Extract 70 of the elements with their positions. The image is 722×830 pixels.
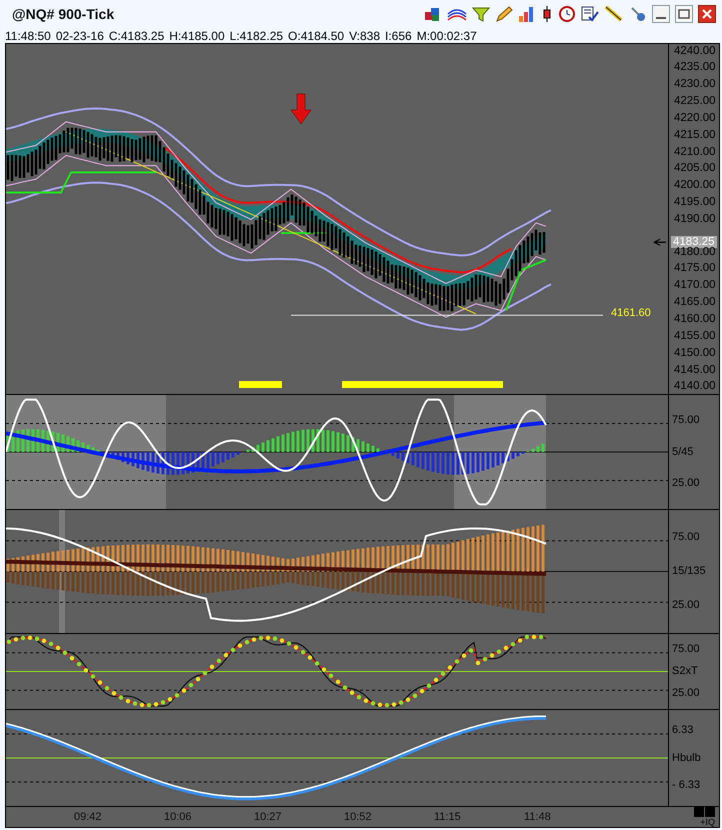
axis-label: S2xT [672, 665, 699, 678]
pencil-icon[interactable] [495, 6, 513, 22]
price-axis-label: 4150.00 [673, 346, 717, 360]
quote-value: I:656 [385, 28, 412, 42]
pushpin-icon[interactable] [629, 6, 647, 22]
time-axis-label: 09:42 [74, 811, 103, 823]
price-axis-label: 4155.00 [673, 330, 717, 343]
price-axis-label: 4240.00 [673, 44, 717, 58]
time-axis-label: 10:27 [254, 811, 283, 823]
quote-value: V:838 [349, 28, 380, 42]
price-axis-label: 4170.00 [673, 279, 717, 292]
window-title: @NQ# 900-Tick [12, 6, 114, 22]
axis-label: 25.00 [672, 477, 701, 490]
price-axis-label: 4160.00 [673, 313, 717, 326]
close-icon [701, 9, 713, 19]
price-axis-label: 4220.00 [673, 112, 717, 125]
time-axis-label: 11:15 [434, 811, 462, 823]
axis-label: - 6.33 [672, 778, 702, 792]
candlestick-icon[interactable] [541, 6, 553, 22]
price-axis-label: 4225.00 [673, 95, 717, 108]
down-arrow-icon [290, 94, 312, 124]
maximize-icon [678, 9, 690, 19]
price-axis-label: 4230.00 [673, 78, 717, 92]
waves-icon[interactable] [447, 6, 467, 22]
cubes-icon[interactable] [424, 6, 442, 22]
quote-value: H:4185.00 [169, 28, 225, 42]
price-axis-label: 4195.00 [673, 196, 717, 210]
maximize-button[interactable] [675, 5, 693, 23]
quote-value: C:4183.25 [108, 28, 164, 42]
time-axis-label: 10:06 [164, 811, 193, 823]
quote-value: L:4182.25 [230, 28, 284, 42]
price-axis-label: 4165.00 [673, 296, 717, 310]
axis-label: 6.33 [672, 724, 694, 738]
level-label: 4161.60 [611, 307, 651, 320]
axis-label: 75.00 [672, 643, 701, 656]
price-axis-label: 4145.00 [673, 364, 717, 377]
axis-label: Hbulb [672, 752, 702, 764]
price-axis-label: 4180.00 [673, 246, 717, 259]
funnel-icon[interactable] [472, 6, 490, 22]
quote-value: 02-23-16 [56, 28, 104, 42]
quote-value: M:00:02:37 [416, 28, 477, 42]
time-axis-label: 11:48 [524, 811, 552, 823]
axis-label: 75.00 [672, 531, 701, 544]
last-price-label: 4183.25 [671, 236, 717, 248]
quote-value: 11:48:50 [5, 28, 51, 42]
axis-label: 25.00 [672, 599, 701, 612]
minimize-icon [656, 17, 666, 19]
corner-label: +IQ [700, 817, 715, 827]
axis-label: 25.00 [672, 687, 701, 700]
price-pointer-icon [653, 238, 667, 246]
close-button[interactable] [698, 5, 716, 23]
price-axis-label: 4215.00 [673, 128, 717, 142]
clock-icon[interactable] [558, 6, 576, 22]
axis-label: 5/45 [672, 446, 694, 458]
time-axis-label: 10:52 [344, 811, 373, 823]
price-axis-label: 4190.00 [673, 212, 717, 226]
bar-chart-icon[interactable] [518, 6, 536, 22]
pen-icon[interactable] [604, 6, 624, 22]
checklist-icon[interactable] [581, 6, 599, 22]
quote-value: O:4184.50 [288, 28, 344, 42]
price-axis-label: 4175.00 [673, 262, 717, 276]
price-axis-label: 4210.00 [673, 146, 717, 159]
axis-label: 15/135 [672, 565, 707, 578]
price-axis-label: 4205.00 [673, 162, 717, 176]
price-axis-label: 4235.00 [673, 61, 717, 74]
price-axis-label: 4140.00 [673, 380, 717, 394]
minimize-button[interactable] [652, 5, 670, 23]
price-axis-label: 4200.00 [673, 179, 717, 192]
signal-bar [239, 381, 282, 388]
axis-label: 75.00 [672, 414, 701, 427]
